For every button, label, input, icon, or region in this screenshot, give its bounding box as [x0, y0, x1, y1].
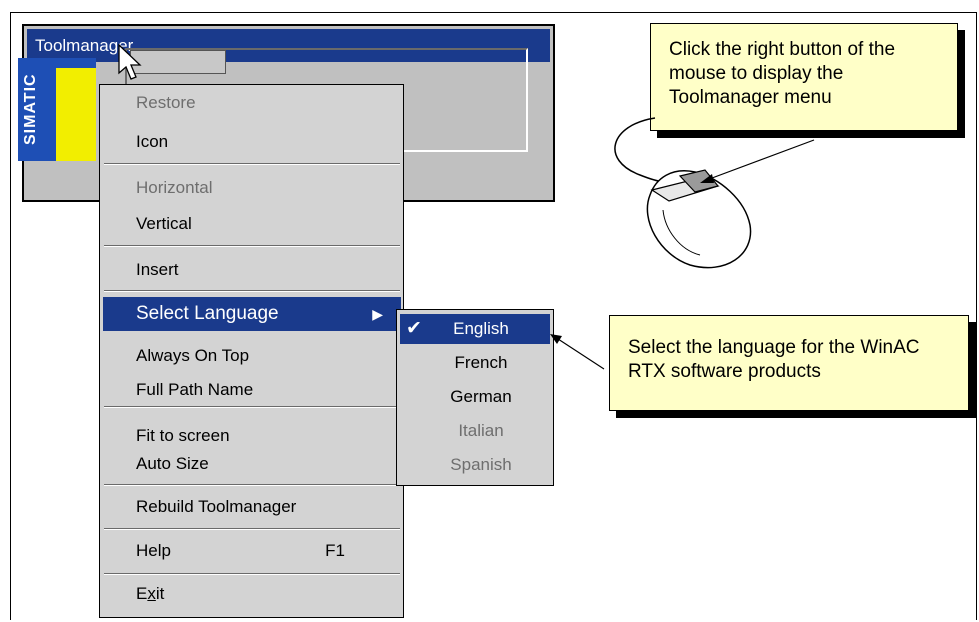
mouse-pointer-icon — [118, 43, 142, 80]
mouse-device-icon — [646, 169, 752, 269]
callout-arrow-line — [703, 139, 815, 182]
arrow-head-icon — [550, 334, 562, 344]
annotation-overlay — [118, 43, 815, 370]
mouse-cable — [614, 117, 679, 183]
callout-arrow-line — [554, 336, 605, 370]
